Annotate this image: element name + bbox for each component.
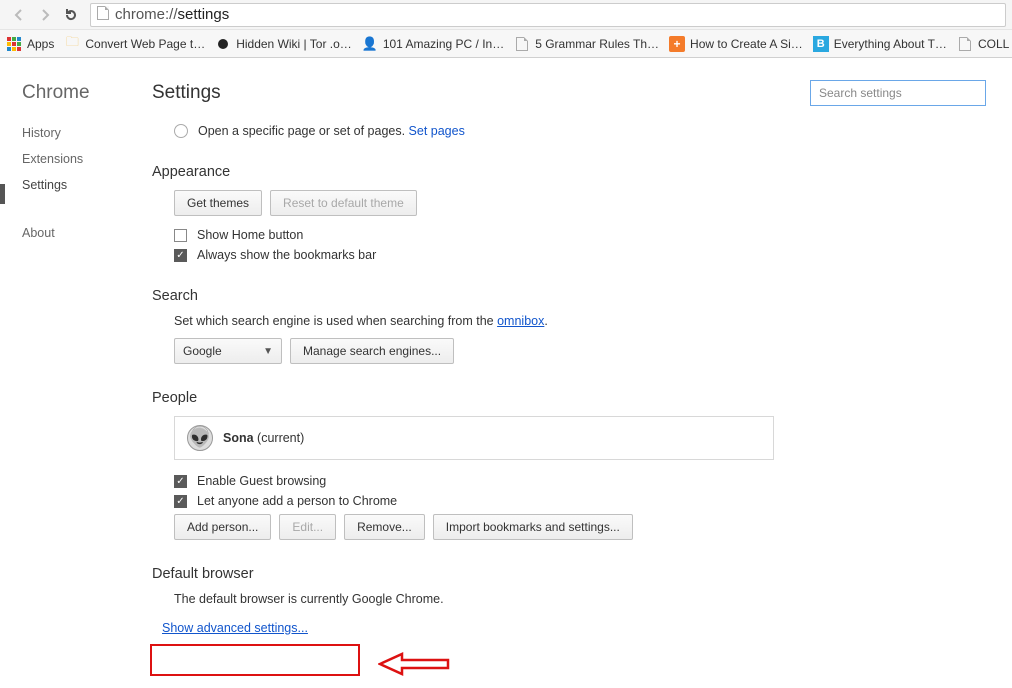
bookmark-label: How to Create A Si… bbox=[690, 37, 803, 51]
checkbox-guest-browsing[interactable]: ✓ bbox=[174, 475, 187, 488]
section-search: Search bbox=[152, 288, 986, 304]
bookmark-item[interactable]: 🗀 Convert Web Page t… bbox=[64, 36, 205, 52]
import-bookmarks-button[interactable]: Import bookmarks and settings... bbox=[433, 514, 633, 540]
chevron-down-icon: ▼ bbox=[263, 346, 273, 357]
show-advanced-settings-link[interactable]: Show advanced settings... bbox=[162, 621, 308, 635]
checkbox-label: Enable Guest browsing bbox=[197, 474, 326, 488]
add-person-button[interactable]: Add person... bbox=[174, 514, 271, 540]
bookmark-apps[interactable]: Apps bbox=[6, 36, 54, 52]
reset-theme-button[interactable]: Reset to default theme bbox=[270, 190, 417, 216]
bookmark-item[interactable]: COLL bbox=[957, 36, 1009, 52]
checkbox-show-bookmarks-bar[interactable]: ✓ bbox=[174, 249, 187, 262]
bookmark-label: COLL bbox=[978, 37, 1009, 51]
get-themes-button[interactable]: Get themes bbox=[174, 190, 262, 216]
search-helper: Set which search engine is used when sea… bbox=[174, 314, 986, 328]
folder-icon: 🗀 bbox=[64, 36, 80, 52]
search-engine-select[interactable]: Google ▼ bbox=[174, 338, 282, 364]
manage-search-engines-button[interactable]: Manage search engines... bbox=[290, 338, 454, 364]
bookmark-label: Apps bbox=[27, 37, 54, 51]
avatar-icon: 👽 bbox=[187, 425, 213, 451]
reload-button[interactable] bbox=[58, 2, 84, 28]
bookmark-item[interactable]: 👤 101 Amazing PC / In… bbox=[362, 36, 504, 52]
page-icon bbox=[97, 6, 109, 24]
apps-icon bbox=[6, 36, 22, 52]
plus-icon: + bbox=[669, 36, 685, 52]
profile-name: Sona (current) bbox=[223, 431, 304, 445]
omnibox-link[interactable]: omnibox bbox=[497, 314, 544, 328]
search-placeholder: Search settings bbox=[819, 86, 902, 100]
sidebar-item-history[interactable]: History bbox=[22, 120, 140, 146]
url-scheme: chrome:// bbox=[115, 6, 178, 23]
brand-title: Chrome bbox=[22, 82, 140, 104]
page-title: Settings bbox=[152, 82, 221, 104]
checkbox-label: Show Home button bbox=[197, 228, 303, 242]
bookmark-item[interactable]: 5 Grammar Rules Th… bbox=[514, 36, 659, 52]
url-path: settings bbox=[178, 6, 230, 23]
bookmarks-bar: Apps 🗀 Convert Web Page t… Hidden Wiki |… bbox=[0, 30, 1012, 58]
checkbox-show-home[interactable] bbox=[174, 229, 187, 242]
default-browser-text: The default browser is currently Google … bbox=[174, 592, 986, 606]
bookmark-label: Everything About T… bbox=[834, 37, 947, 51]
bookmark-label: Convert Web Page t… bbox=[85, 37, 205, 51]
radio-label: Open a specific page or set of pages. Se… bbox=[198, 124, 465, 138]
active-indicator bbox=[0, 184, 5, 204]
bookmark-item[interactable]: B Everything About T… bbox=[813, 36, 947, 52]
section-people: People bbox=[152, 390, 986, 406]
page-icon bbox=[514, 36, 530, 52]
onion-icon bbox=[215, 36, 231, 52]
bookmark-item[interactable]: + How to Create A Si… bbox=[669, 36, 803, 52]
sidebar-item-settings[interactable]: Settings bbox=[22, 172, 140, 198]
section-appearance: Appearance bbox=[152, 164, 986, 180]
select-value: Google bbox=[183, 344, 222, 358]
edit-person-button[interactable]: Edit... bbox=[279, 514, 336, 540]
sidebar-item-about[interactable]: About bbox=[22, 220, 140, 246]
radio-open-specific-page[interactable] bbox=[174, 124, 188, 138]
bookmark-label: 101 Amazing PC / In… bbox=[383, 37, 504, 51]
forward-button[interactable] bbox=[32, 2, 58, 28]
bookmark-label: 5 Grammar Rules Th… bbox=[535, 37, 659, 51]
b-icon: B bbox=[813, 36, 829, 52]
remove-person-button[interactable]: Remove... bbox=[344, 514, 425, 540]
address-bar[interactable]: chrome://settings bbox=[90, 3, 1006, 27]
browser-toolbar: chrome://settings bbox=[0, 0, 1012, 30]
set-pages-link[interactable]: Set pages bbox=[409, 124, 465, 138]
bookmark-item[interactable]: Hidden Wiki | Tor .o… bbox=[215, 36, 352, 52]
face-icon: 👤 bbox=[362, 36, 378, 52]
sidebar-item-extensions[interactable]: Extensions bbox=[22, 146, 140, 172]
page-icon bbox=[957, 36, 973, 52]
settings-content: Settings Search settings Open a specific… bbox=[140, 58, 1012, 688]
checkbox-label: Let anyone add a person to Chrome bbox=[197, 494, 397, 508]
checkbox-label: Always show the bookmarks bar bbox=[197, 248, 376, 262]
back-button[interactable] bbox=[6, 2, 32, 28]
bookmark-label: Hidden Wiki | Tor .o… bbox=[236, 37, 352, 51]
people-profile-row[interactable]: 👽 Sona (current) bbox=[174, 416, 774, 460]
checkbox-anyone-add-person[interactable]: ✓ bbox=[174, 495, 187, 508]
settings-search-input[interactable]: Search settings bbox=[810, 80, 986, 106]
section-default-browser: Default browser bbox=[152, 566, 986, 582]
sidebar: Chrome History Extensions Settings About bbox=[0, 58, 140, 688]
